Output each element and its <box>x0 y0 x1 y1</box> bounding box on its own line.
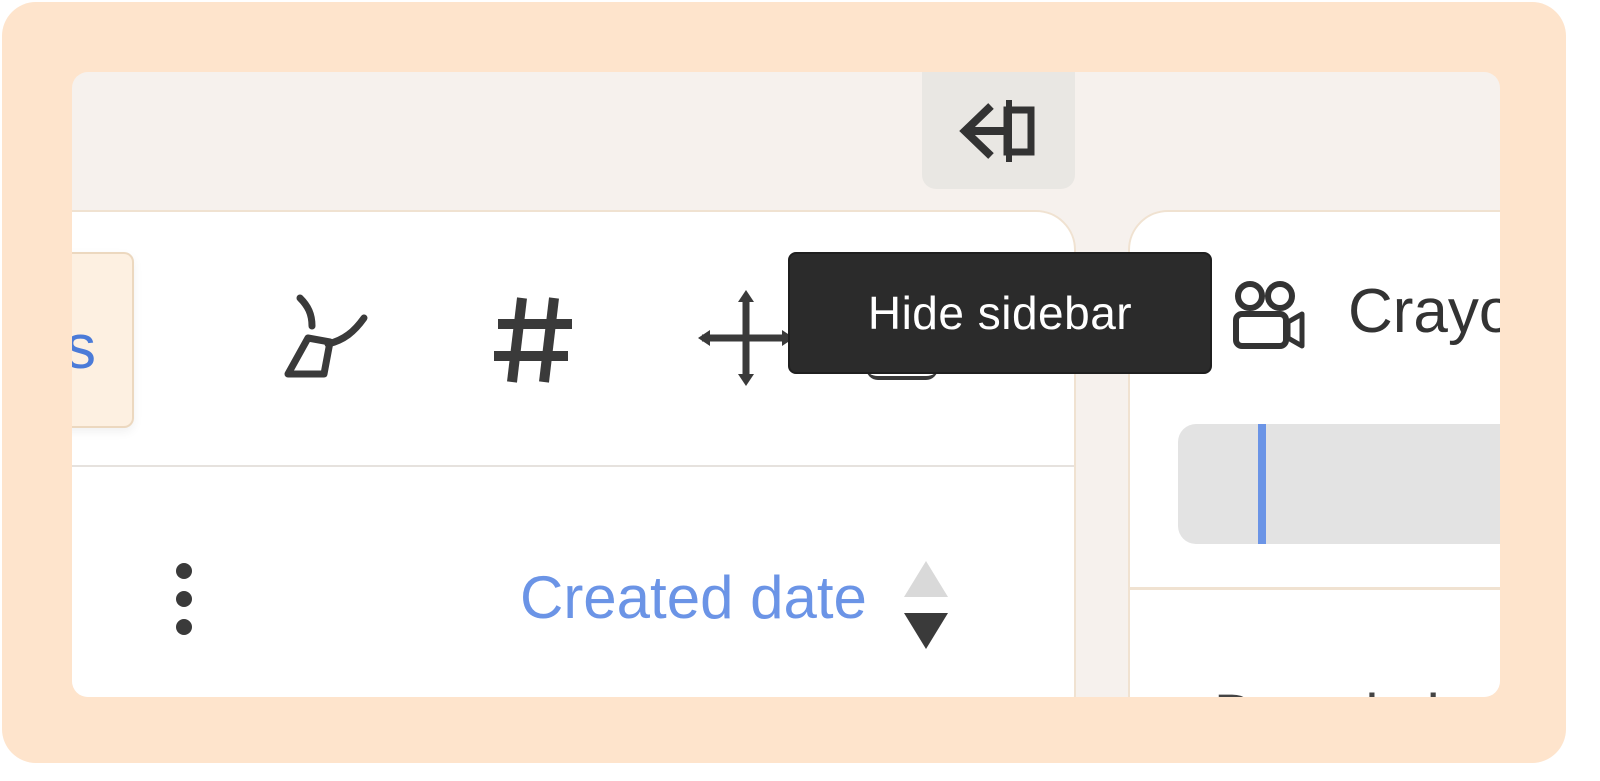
timeline-track[interactable] <box>1178 424 1500 544</box>
sort-field-label[interactable]: Created date <box>520 563 867 632</box>
screenshot-frame: s Created date Crayo Hide sidebar <box>2 2 1566 763</box>
sort-row: Created date <box>72 467 1074 697</box>
video-camera-icon <box>1233 281 1305 349</box>
pill-label: s <box>72 313 96 382</box>
project-title: Crayo <box>1348 277 1500 346</box>
arrow-left-to-bar-icon <box>958 99 1034 162</box>
lasso-icon[interactable] <box>278 288 378 388</box>
hide-sidebar-tooltip: Hide sidebar <box>788 252 1212 374</box>
timeline-playhead[interactable] <box>1258 424 1266 544</box>
active-tool-pill[interactable]: s <box>72 252 134 428</box>
move-arrows-icon[interactable] <box>696 288 796 388</box>
description-label: Description <box>1214 682 1500 697</box>
app-viewport: s Created date Crayo <box>72 72 1500 697</box>
more-options-icon[interactable] <box>174 563 194 635</box>
hide-sidebar-button[interactable] <box>922 72 1075 189</box>
sort-toggle-icon[interactable] <box>900 557 952 653</box>
hash-icon[interactable] <box>488 290 578 390</box>
